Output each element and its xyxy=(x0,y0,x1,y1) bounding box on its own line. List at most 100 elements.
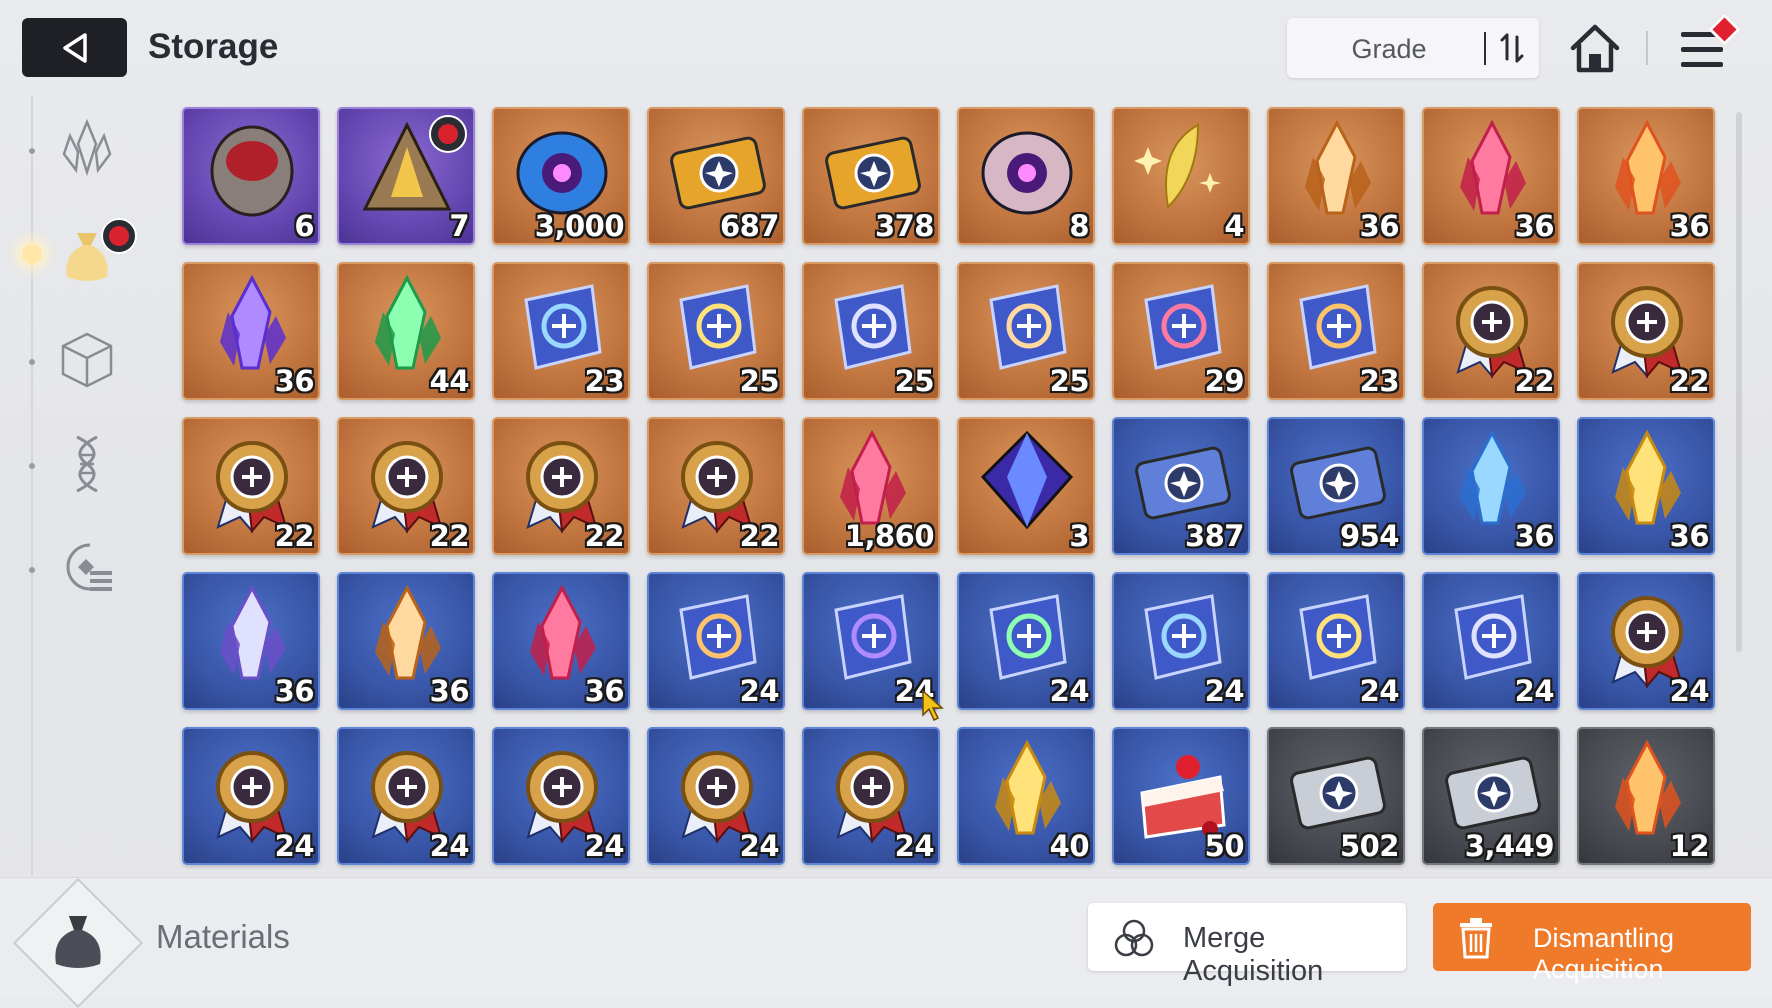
item-tile[interactable]: 36 xyxy=(1577,107,1715,245)
item-tile[interactable]: 25 xyxy=(957,262,1095,400)
item-count: 36 xyxy=(1514,209,1555,243)
item-tile[interactable]: 24 xyxy=(1267,572,1405,710)
grid-scrollbar[interactable] xyxy=(1736,112,1742,652)
item-tile[interactable]: 4 xyxy=(1112,107,1250,245)
item-tile[interactable]: 3,000 xyxy=(492,107,630,245)
grade-sort-button[interactable]: Grade xyxy=(1287,18,1539,78)
item-count: 36 xyxy=(429,674,470,708)
item-tile[interactable]: 24 xyxy=(802,727,940,865)
item-tile[interactable]: 22 xyxy=(182,417,320,555)
item-count: 50 xyxy=(1204,829,1245,863)
item-tile[interactable]: 36 xyxy=(1577,417,1715,555)
top-bar: Storage Grade xyxy=(0,0,1772,96)
item-tile[interactable]: 12 xyxy=(1577,727,1715,865)
sidebar-item-chips[interactable] xyxy=(52,533,122,603)
dismantle-label: Dismantling Acquisition xyxy=(1533,923,1675,984)
item-count: 24 xyxy=(894,829,935,863)
item-tile[interactable]: 954 xyxy=(1267,417,1405,555)
item-count: 22 xyxy=(1669,364,1710,398)
item-tile[interactable]: 3,449 xyxy=(1422,727,1560,865)
item-tile[interactable]: 378 xyxy=(802,107,940,245)
item-count: 24 xyxy=(1204,674,1245,708)
item-tile[interactable]: 24 xyxy=(1112,572,1250,710)
item-tile[interactable]: 22 xyxy=(1577,262,1715,400)
item-tile[interactable]: 22 xyxy=(1422,262,1560,400)
item-tile[interactable]: 23 xyxy=(1267,262,1405,400)
item-tile[interactable]: 29 xyxy=(1112,262,1250,400)
sidebar-dot xyxy=(29,567,35,573)
item-tile[interactable]: 22 xyxy=(492,417,630,555)
item-tile[interactable]: 24 xyxy=(492,727,630,865)
home-icon[interactable] xyxy=(1567,22,1623,76)
item-count: 24 xyxy=(429,829,470,863)
item-count: 24 xyxy=(739,829,780,863)
item-tile[interactable]: 50 xyxy=(1112,727,1250,865)
item-count: 24 xyxy=(1049,674,1090,708)
item-tile[interactable]: 24 xyxy=(802,572,940,710)
item-tile[interactable]: 24 xyxy=(647,572,785,710)
item-tile[interactable]: 502 xyxy=(1267,727,1405,865)
sidebar-rail xyxy=(31,96,33,876)
item-count: 24 xyxy=(1669,674,1710,708)
merge-label: Merge Acquisition xyxy=(1183,922,1324,987)
item-tile[interactable]: 3 xyxy=(957,417,1095,555)
item-count: 23 xyxy=(584,364,625,398)
gold-moon-feather-icon xyxy=(1134,123,1221,210)
item-count: 24 xyxy=(1514,674,1555,708)
item-count: 1,860 xyxy=(844,519,935,553)
sidebar-item-genes[interactable] xyxy=(52,429,122,499)
item-tile[interactable]: 36 xyxy=(182,262,320,400)
item-tile[interactable]: 36 xyxy=(337,572,475,710)
sidebar-notification-badge xyxy=(101,218,137,254)
item-tile[interactable]: 25 xyxy=(647,262,785,400)
item-tile[interactable]: 25 xyxy=(802,262,940,400)
item-count: 24 xyxy=(274,829,315,863)
item-tile[interactable]: 24 xyxy=(337,727,475,865)
item-tile[interactable]: 24 xyxy=(182,727,320,865)
item-count: 378 xyxy=(874,209,935,243)
item-tile[interactable]: 387 xyxy=(1112,417,1250,555)
item-count: 687 xyxy=(719,209,780,243)
page-title: Storage xyxy=(148,27,279,66)
item-tile[interactable]: 36 xyxy=(1267,107,1405,245)
item-tile[interactable]: 23 xyxy=(492,262,630,400)
item-tile[interactable]: 24 xyxy=(1577,572,1715,710)
item-tile[interactable]: 36 xyxy=(492,572,630,710)
item-tile[interactable]: 36 xyxy=(182,572,320,710)
top-divider xyxy=(1646,31,1648,65)
dismantling-acquisition-button[interactable]: Dismantling Acquisition xyxy=(1433,903,1751,984)
chip-list-icon xyxy=(66,543,112,591)
back-arrow-icon xyxy=(62,32,87,63)
sort-order-icon[interactable] xyxy=(1495,31,1529,65)
trash-icon xyxy=(1460,918,1492,959)
item-count: 25 xyxy=(739,364,780,398)
item-tile[interactable]: 687 xyxy=(647,107,785,245)
item-tile[interactable]: 40 xyxy=(957,727,1095,865)
sidebar-item-crystals[interactable] xyxy=(52,114,122,184)
sidebar-item-cubes[interactable] xyxy=(52,325,122,395)
item-tile[interactable]: 36 xyxy=(1422,417,1560,555)
item-tile[interactable]: 24 xyxy=(957,572,1095,710)
item-tile[interactable]: 24 xyxy=(647,727,785,865)
item-tile[interactable]: 7 xyxy=(337,107,475,245)
item-count: 40 xyxy=(1049,829,1090,863)
item-tile[interactable]: 8 xyxy=(957,107,1095,245)
dark-skull-stone-icon xyxy=(210,125,294,217)
item-count: 23 xyxy=(1359,364,1400,398)
back-button[interactable] xyxy=(22,18,127,77)
item-tile[interactable]: 22 xyxy=(337,417,475,555)
merge-acquisition-button[interactable]: Merge Acquisition xyxy=(1088,903,1406,987)
item-tile[interactable]: 44 xyxy=(337,262,475,400)
item-count: 3,449 xyxy=(1464,829,1555,863)
item-tile[interactable]: 6 xyxy=(182,107,320,245)
item-tile[interactable]: 22 xyxy=(647,417,785,555)
item-tile[interactable]: 24 xyxy=(1422,572,1560,710)
item-tile[interactable]: 1,860 xyxy=(802,417,940,555)
item-count: 3,000 xyxy=(534,209,625,243)
item-count: 387 xyxy=(1184,519,1245,553)
item-count: 24 xyxy=(1359,674,1400,708)
dark-prism-gem-icon xyxy=(980,430,1074,530)
crystal-icon xyxy=(62,118,112,177)
item-count: 3 xyxy=(1069,519,1089,553)
item-tile[interactable]: 36 xyxy=(1422,107,1560,245)
